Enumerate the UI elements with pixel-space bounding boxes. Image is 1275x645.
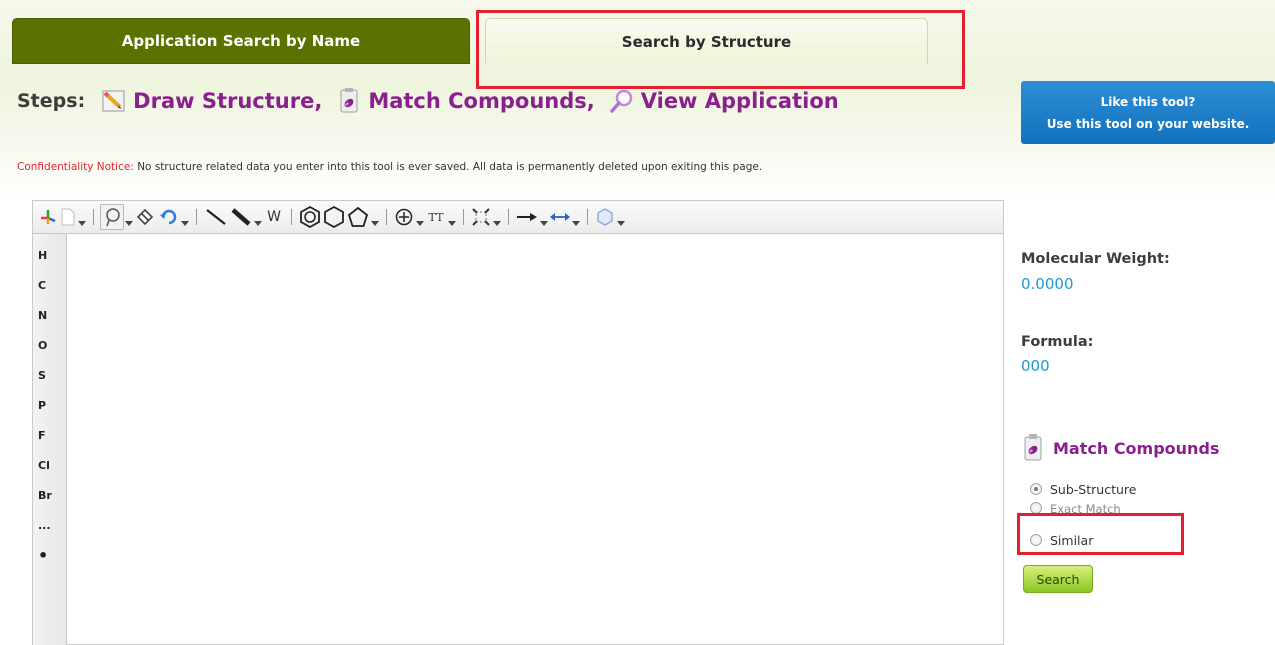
charge-dropdown[interactable] [415,204,425,230]
match-flask-icon [1021,434,1045,462]
radio-sub-structure[interactable] [1030,483,1042,495]
periodic-table-button[interactable]: ... [33,510,67,540]
atom-h-button[interactable]: H [33,240,67,270]
toolbar-separator [291,209,292,225]
structure-tool-icon[interactable] [37,204,59,230]
atom-s-button[interactable]: S [33,360,67,390]
use-tool-promo-button[interactable]: Like this tool? Use this tool on your we… [1021,81,1275,144]
reaction-arrow-icon[interactable] [515,204,539,230]
undo-icon[interactable] [156,204,180,230]
toolbar-separator [386,209,387,225]
pentagon-ring-icon[interactable] [346,204,370,230]
template-dropdown[interactable] [492,204,502,230]
promo-line-1: Like this tool? [1100,94,1196,109]
option-similar[interactable]: Similar [1030,529,1093,551]
text-dropdown[interactable] [447,204,457,230]
single-bond-icon[interactable] [203,204,229,230]
toolbar-separator [93,209,94,225]
draw-pencil-icon [101,88,127,114]
chain-icon[interactable]: W [263,204,285,230]
atom-n-button[interactable]: N [33,300,67,330]
tab-search-by-name[interactable]: Application Search by Name [12,18,470,64]
text-tool-icon[interactable]: TT [425,204,447,230]
drawing-canvas[interactable] [67,234,1003,644]
magnifier-icon [609,88,635,114]
radio-exact-match[interactable] [1030,502,1042,514]
bond-dropdown[interactable] [253,204,263,230]
select-dropdown[interactable] [124,204,134,230]
step-view-label: View Application [640,89,839,113]
promo-line-2: Use this tool on your website. [1046,116,1250,131]
tab-search-by-structure[interactable]: Search by Structure [485,18,928,64]
atom-o-button[interactable]: O [33,330,67,360]
atom-br-button[interactable]: Br [33,480,67,510]
atom-p-button[interactable]: P [33,390,67,420]
toolbar-separator [587,209,588,225]
ring-dropdown[interactable] [370,204,380,230]
match-flask-icon [336,88,362,114]
charge-plus-icon[interactable] [393,204,415,230]
molecular-weight-value: 0.0000 [1021,275,1074,293]
formula-value: 000 [1021,357,1050,375]
steps-bar: Steps: Draw Structure, Match Compounds, [17,84,839,118]
notice-text: No structure related data you enter into… [133,161,763,173]
toolbar-separator [463,209,464,225]
new-document-dropdown[interactable] [77,204,87,230]
formula-label: Formula: [1021,334,1094,350]
shape-dropdown[interactable] [616,204,626,230]
option-sub-structure-label: Sub-Structure [1050,481,1137,497]
editor-toolbar: W TT [33,201,1003,234]
double-arrow-dropdown[interactable] [571,204,581,230]
steps-label: Steps: [17,90,86,112]
new-document-icon[interactable] [59,204,77,230]
benzene-ring-icon[interactable] [298,204,322,230]
hexagon-ring-icon[interactable] [322,204,346,230]
molecular-weight-label: Molecular Weight: [1021,251,1170,267]
confidentiality-notice: Confidentiality Notice: No structure rel… [17,161,762,173]
step-draw-label: Draw Structure, [133,89,323,113]
structure-editor: W TT H C N O S P F Cl Br ... • [32,200,1004,645]
step-view-application[interactable]: View Application [609,88,839,114]
atom-c-button[interactable]: C [33,270,67,300]
radio-similar[interactable] [1030,534,1042,546]
bold-bond-icon[interactable] [229,204,253,230]
option-exact-match-label: Exact Match [1050,502,1121,516]
option-exact-match[interactable]: Exact Match [1030,502,1121,516]
search-button[interactable]: Search [1023,565,1093,593]
arrow-dropdown[interactable] [539,204,549,230]
radical-button[interactable]: • [33,540,67,570]
step-match-compounds[interactable]: Match Compounds, [336,88,595,114]
lasso-select-icon[interactable] [100,204,124,230]
eraser-icon[interactable] [134,204,156,230]
match-compounds-heading: Match Compounds [1021,432,1219,464]
notice-label: Confidentiality Notice: [17,161,134,173]
undo-dropdown[interactable] [180,204,190,230]
option-sub-structure[interactable]: Sub-Structure [1030,478,1136,500]
toolbar-separator [196,209,197,225]
atom-f-button[interactable]: F [33,420,67,450]
double-arrow-icon[interactable] [549,204,571,230]
toolbar-separator [508,209,509,225]
match-compounds-title: Match Compounds [1053,438,1220,458]
zoom-shape-icon[interactable] [594,204,616,230]
option-similar-label: Similar [1050,532,1094,548]
template-icon[interactable] [470,204,492,230]
atom-cl-button[interactable]: Cl [33,450,67,480]
step-draw-structure[interactable]: Draw Structure, [101,88,322,114]
atom-toolbar: H C N O S P F Cl Br ... • [33,234,67,645]
step-match-label: Match Compounds, [368,89,595,113]
